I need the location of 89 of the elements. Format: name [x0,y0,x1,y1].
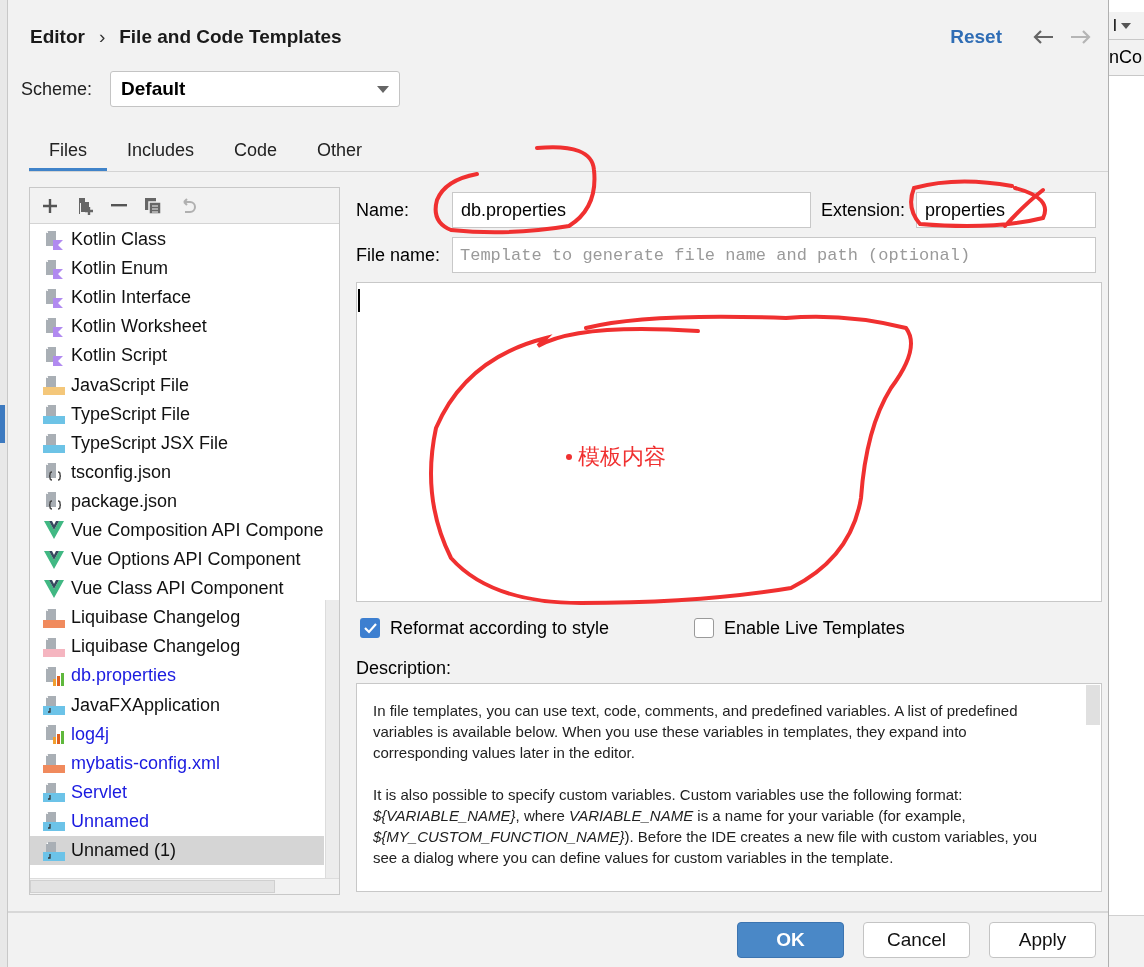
template-item[interactable]: JavaScript File [30,370,324,400]
dialog-button[interactable]: OK [737,922,844,958]
java-file-icon [43,695,65,716]
javascript-file-icon [43,375,65,395]
template-item[interactable]: Kotlin Interface [30,283,324,313]
dialog-button[interactable]: Apply [989,922,1096,958]
breadcrumb-parent[interactable]: Editor [30,22,85,52]
back-arrow-icon [1032,29,1054,45]
template-item[interactable]: Kotlin Class [30,225,324,255]
xml-file-icon [43,753,65,774]
kotlin-file-icon [43,258,65,279]
name-field[interactable]: db.properties [452,192,811,228]
template-item[interactable]: db.properties [30,661,324,691]
description-text: It is also possible to specify custom variables. Custom variables use the following format: ${VARIABLE_NAME}, where VARIABLE_NAME is a name for your variable (for example, ${MY_CUSTOM_FUNCTION_NAME}). Before the IDE creates a new file with custom variables, you see a dialog where you can define values for custom variables in the template. [373,785,1039,868]
annotation-text: 模板内容 [578,443,666,471]
yaml-file-icon [43,636,65,657]
breadcrumb-current: File and Code Templates [119,24,342,49]
new-file-button[interactable] [76,196,94,215]
scrollbar[interactable] [325,600,339,878]
template-item[interactable]: Liquibase Changelog [30,632,324,662]
vue-icon [43,520,65,541]
scheme-label: Scheme: [21,77,93,101]
java-file-icon [43,782,65,803]
template-item[interactable]: tsconfig.json [30,457,324,487]
side-marker [0,405,5,443]
caret-icon [1120,22,1131,29]
dropdown-value[interactable]: l [1113,12,1117,39]
file-name-label: File name: [356,243,442,267]
template-item[interactable]: mybatis-config.xml [30,748,324,778]
plus-icon [41,196,59,215]
template-item[interactable]: Kotlin Worksheet [30,312,324,342]
typescript-file-icon [43,404,65,425]
template-item[interactable]: package.json [30,486,324,516]
description-label: Description: [356,657,453,680]
template-item[interactable]: Vue Class API Component [30,574,324,604]
forward-arrow-icon [1070,29,1092,45]
xml-file-icon [43,607,65,628]
template-item[interactable]: Liquibase Changelog [30,603,324,633]
template-item[interactable]: TypeScript JSX File [30,428,324,458]
caret-icon [377,85,390,93]
breadcrumb-separator: › [98,24,106,49]
template-item[interactable]: log4j [30,719,324,749]
vue-icon [43,578,65,599]
template-item[interactable]: Servlet [30,777,324,807]
checkbox[interactable] [360,618,380,638]
checkbox-label[interactable]: Reformat according to style [390,614,610,642]
copy-icon [144,196,162,215]
reset-link[interactable]: Reset [950,22,1002,52]
template-item[interactable]: Kotlin Enum [30,254,324,284]
remove-button[interactable] [111,204,127,207]
kotlin-file-icon [43,345,65,366]
scrollbar[interactable] [30,880,275,893]
description-text: In file templates, you can use text, code, comments, and predefined variables. A list of predefined variables is available below. When you use these variables in templates, they expand into corresponding values later in the editor. [373,701,1019,763]
template-item[interactable]: Vue Composition API Compone [30,515,324,546]
checkbox-label[interactable]: Enable Live Templates [724,614,905,642]
checkmark-icon [363,622,377,634]
copy-button[interactable] [144,196,162,215]
java-file-icon [43,840,65,861]
text-cursor [358,289,360,312]
dialog-button[interactable]: Cancel [863,922,970,958]
file-plus-icon [76,196,94,215]
tab[interactable]: Code [214,130,298,171]
kotlin-file-icon [43,229,65,250]
minus-icon [111,204,127,207]
file-name-field[interactable]: Template to generate file name and path (optional) [452,237,1096,273]
name-label: Name: [356,198,410,222]
tab[interactable]: Files [29,130,107,171]
template-editor[interactable] [356,282,1102,602]
template-item[interactable]: Unnamed (1) [30,835,324,866]
checkbox[interactable] [694,618,714,638]
scheme-dropdown[interactable]: Default [110,71,401,107]
bar-chart-file-icon [43,724,65,745]
extension-label: Extension: [821,198,907,222]
add-button[interactable] [41,196,59,215]
bar-chart-file-icon [43,665,65,686]
scrollbar[interactable] [1086,685,1100,725]
template-item[interactable]: Vue Options API Component [30,545,324,575]
tab[interactable]: Includes [107,130,215,171]
vue-icon [43,549,65,570]
java-file-icon [43,811,65,832]
tab[interactable]: Other [297,130,383,171]
template-item[interactable]: JavaFXApplication [30,690,324,720]
template-item[interactable]: Kotlin Script [30,341,324,371]
kotlin-file-icon [43,316,65,337]
template-item[interactable]: TypeScript File [30,399,324,429]
back-button[interactable] [1032,29,1054,45]
template-item[interactable]: Unnamed [30,806,324,836]
typescript-file-icon [43,433,65,454]
kotlin-file-icon [43,287,65,308]
